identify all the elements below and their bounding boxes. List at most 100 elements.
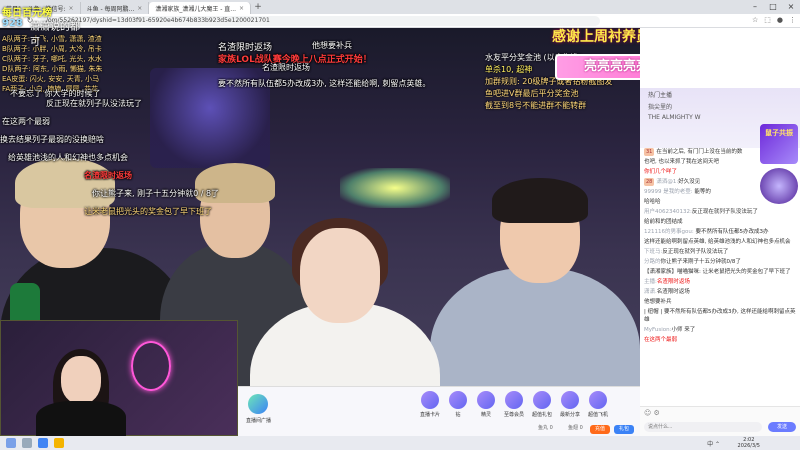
message-text: 也吧, 也以来抓了我在这间天吧 <box>644 159 719 165</box>
gift-label: 直播卡片 <box>419 412 440 418</box>
address-bar: ← → ↻ /om/55262197/dyshid=13d03f91-65920… <box>0 14 800 28</box>
gift-item[interactable]: 直播卡片 <box>416 391 444 418</box>
new-tab-button[interactable]: + <box>251 2 265 12</box>
menu-icon[interactable]: ⋮ <box>789 16 796 24</box>
gift-item[interactable]: 精灵 <box>472 391 500 418</box>
banner-row: 热门主播 <box>648 92 673 99</box>
username[interactable]: 潇洒@1: <box>656 179 678 185</box>
gift-bar: 直播卡片 钻 精灵 至尊会员 超值礼包 最新分享 超值飞机 鱼丸 0 鱼翅 0 … <box>238 386 640 436</box>
webcam-feed <box>0 320 238 441</box>
message-text: 给前和的团结成 <box>644 219 683 225</box>
username[interactable]: 99999 是我的老登: <box>644 189 694 195</box>
broadcast-icon[interactable] <box>248 394 268 414</box>
chat-message: 你们几个咩了 <box>644 168 796 176</box>
username[interactable]: 下班马: <box>644 249 662 255</box>
system-tray[interactable]: 中 ⌃ <box>707 439 720 448</box>
gift-icon <box>589 391 607 409</box>
chat-message: MyFusion:小师 来了 <box>644 326 796 334</box>
recharge-button[interactable]: 充值 <box>590 425 610 434</box>
close-icon[interactable]: × <box>239 5 244 12</box>
chat-message: 在这两个最弱 <box>644 336 796 344</box>
gift-label: 最新分享 <box>559 412 580 418</box>
message-text: 在当前之后, 有门门上没在当前的数 <box>656 149 743 155</box>
gift-item[interactable]: 钻 <box>444 391 472 418</box>
message-text: 反正现在就列子队没法玩了 <box>691 209 758 215</box>
message-text: 好久没见 <box>678 179 701 185</box>
message-text: 在这两个最弱 <box>644 337 678 343</box>
gift-icon <box>449 391 467 409</box>
tab-3[interactable]: 潇湘家族_潇湘儿大魔王 - 直... × <box>149 2 252 14</box>
gift-item[interactable]: 超值礼包 <box>528 391 556 418</box>
chat-panel: 热门主播 指尖里的 THE ALMIGHTY W 鼠子共振 31 在当前之后, 有… <box>640 28 800 436</box>
message-text: | 纽帽 | 要不然所有队伍都5办改成3办, 这样还能给啊刺留点英雄 <box>644 309 796 323</box>
username[interactable]: MyFusion: <box>644 327 671 333</box>
danmaku-comment: 他想要补兵 <box>312 41 352 50</box>
gift-icon <box>505 391 523 409</box>
level-badge: 28 <box>644 178 655 186</box>
chat-message: 他想要补兵 <box>644 298 796 306</box>
daily-rank-subtitle: 潇潇说的都可 <box>30 22 80 48</box>
chat-message: 用户4062340132:反正现在就列子队没法玩了 <box>644 208 796 216</box>
rank-line: EA皮蛋: 闪火, 安安, 天青, 小马 <box>2 75 100 83</box>
close-icon[interactable]: × <box>137 5 142 12</box>
message-text: 能等的 <box>694 189 711 195</box>
chat-input[interactable] <box>644 422 762 432</box>
gift-pack-button[interactable]: 礼包 <box>614 425 634 434</box>
tab-label: 斗鱼 - 每周阿鹏... <box>86 5 135 13</box>
toolbar-icons: ☆ ⬚ ● ⋮ <box>752 16 796 24</box>
gift-item[interactable]: 超值飞机 <box>584 391 612 418</box>
chat-message: 潇潇.名渣限时返场 <box>644 288 796 296</box>
banner-row: THE ALMIGHTY W <box>648 114 701 121</box>
banner-row: 指尖里的 <box>648 104 673 111</box>
rank-line: C队两子: 牙子, 哪吒, 光头, 水水 <box>2 55 102 63</box>
settings-icon[interactable]: ⚙ <box>654 409 660 417</box>
star-icon[interactable]: ☆ <box>752 16 758 24</box>
chat-message: 给前和的团结成 <box>644 218 796 226</box>
chat-message: 这样还能给啊刺留点英雄, 给英雄池浅的人和幻神也多点机会 <box>644 238 796 246</box>
search-icon[interactable] <box>22 438 32 448</box>
profile-icon[interactable]: ● <box>777 16 783 24</box>
gift-icon <box>421 391 439 409</box>
username[interactable]: 潇潇. <box>644 289 657 295</box>
taskbar: 中 ⌃ 2:02 2026/3/5 <box>0 436 800 450</box>
url-field[interactable]: /om/55262197/dyshid=13d03f91-65920e4b674… <box>40 15 600 26</box>
extensions-icon[interactable]: ⬚ <box>764 16 771 24</box>
message-text: 哈哈哈 <box>644 199 661 205</box>
username[interactable]: 用户4062340132: <box>644 209 692 215</box>
chat-toolbar: ☺ ⚙ <box>644 409 660 417</box>
emoji-icon[interactable]: ☺ <box>644 409 651 417</box>
chat-message: 下班马:反正现在就列子队没法玩了 <box>644 248 796 256</box>
boss-banner: 亮亮亮亮亮亮大魔王 <box>555 54 640 80</box>
chat-message: 哈哈哈 <box>644 198 796 206</box>
clock[interactable]: 2:02 2026/3/5 <box>738 437 760 449</box>
gift-label: 超值礼包 <box>531 412 552 418</box>
gift-item[interactable]: 至尊会员 <box>500 391 528 418</box>
username[interactable]: 121116的男事gou: <box>644 229 695 235</box>
gift-icon <box>477 391 495 409</box>
tab-2[interactable]: 斗鱼 - 每周阿鹏... × <box>81 2 150 14</box>
tip-line: 截至到8号不能进群不能转群 <box>485 101 587 110</box>
minimize-button[interactable]: – <box>746 0 764 14</box>
gift-label: 精灵 <box>480 412 491 418</box>
rank-line: D队两子: 阿东, 小雨, 懒猫, 朱朱 <box>2 65 103 73</box>
person-3-head <box>300 228 380 323</box>
chat-input-area: ☺ ⚙ 发送 <box>640 406 800 436</box>
chat-message: 99999 是我的老登: 能等的 <box>644 188 796 196</box>
start-icon[interactable] <box>6 438 16 448</box>
message-text: 要不然所有队伍都5办改成3办 <box>695 229 769 235</box>
clock-date: 2026/3/5 <box>737 443 760 449</box>
window-close-button[interactable]: × <box>782 0 800 14</box>
daily-rank-count: 928 <box>2 18 23 29</box>
gift-item[interactable]: 最新分享 <box>556 391 584 418</box>
level-badge: 31 <box>644 148 655 156</box>
neon-heart <box>131 341 171 391</box>
folder-icon[interactable] <box>54 438 64 448</box>
username[interactable]: 主播: <box>644 279 657 285</box>
maximize-button[interactable]: □ <box>764 0 782 14</box>
browser-icon[interactable] <box>38 438 48 448</box>
message-text: 小师 来了 <box>671 327 696 333</box>
send-button[interactable]: 发送 <box>768 422 796 432</box>
streamer-body <box>36 401 126 441</box>
username[interactable]: 分路的 <box>644 259 661 265</box>
chat-messages: 31 在当前之后, 有门门上没在当前的数 也吧, 也以来抓了我在这间天吧 你们几个… <box>640 146 800 406</box>
